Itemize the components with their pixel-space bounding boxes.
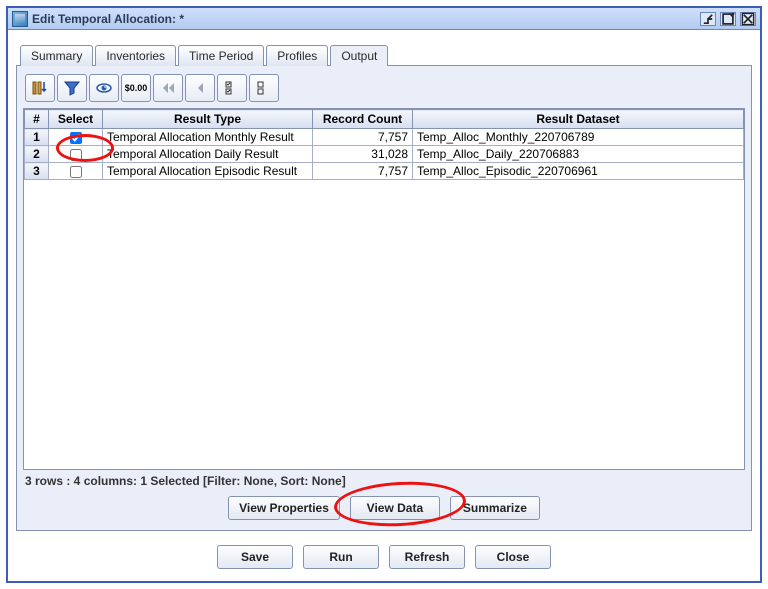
toolbar: $0.00 <box>23 72 745 108</box>
content-area: Summary Inventories Time Period Profiles… <box>8 30 760 581</box>
row-select-cell[interactable] <box>49 163 103 180</box>
sort-columns-button[interactable] <box>25 74 55 102</box>
results-table: # Select Result Type Record Count Result… <box>24 109 744 180</box>
cell-record-count: 7,757 <box>313 129 413 146</box>
row-select-cell[interactable] <box>49 129 103 146</box>
save-button[interactable]: Save <box>217 545 293 569</box>
status-line: 3 rows : 4 columns: 1 Selected [Filter: … <box>23 470 745 492</box>
view-properties-button[interactable]: View Properties <box>228 496 340 520</box>
format-button[interactable]: $0.00 <box>121 74 151 102</box>
output-panel: $0.00 <box>16 65 752 531</box>
tab-summary[interactable]: Summary <box>20 45 93 66</box>
row-select-checkbox[interactable] <box>70 166 82 178</box>
results-table-wrap[interactable]: # Select Result Type Record Count Result… <box>23 108 745 470</box>
close-icon <box>741 12 755 26</box>
col-select[interactable]: Select <box>49 110 103 129</box>
row-number: 1 <box>25 129 49 146</box>
tab-output[interactable]: Output <box>330 45 388 66</box>
minimize-icon <box>701 12 715 26</box>
close-button[interactable]: Close <box>475 545 551 569</box>
maximize-icon <box>721 12 735 26</box>
summarize-button[interactable]: Summarize <box>450 496 540 520</box>
prev-page-button[interactable] <box>185 74 215 102</box>
prev-icon <box>191 79 209 97</box>
close-window-button[interactable] <box>740 12 756 26</box>
sort-columns-icon <box>31 79 49 97</box>
col-rownum[interactable]: # <box>25 110 49 129</box>
row-select-cell[interactable] <box>49 146 103 163</box>
table-row[interactable]: 1 Temporal Allocation Monthly Result 7,7… <box>25 129 744 146</box>
minimize-button[interactable] <box>700 12 716 26</box>
col-result-type[interactable]: Result Type <box>103 110 313 129</box>
table-row[interactable]: 2 Temporal Allocation Daily Result 31,02… <box>25 146 744 163</box>
dialog-button-row: Save Run Refresh Close <box>16 531 752 573</box>
eye-icon <box>95 79 113 97</box>
dialog-window: Edit Temporal Allocation: * Summary Inve… <box>6 6 762 583</box>
filter-button[interactable] <box>57 74 87 102</box>
run-button[interactable]: Run <box>303 545 379 569</box>
select-all-icon <box>223 79 241 97</box>
cell-result-dataset: Temp_Alloc_Daily_220706883 <box>413 146 744 163</box>
cell-record-count: 31,028 <box>313 146 413 163</box>
first-icon <box>159 79 177 97</box>
clear-selection-button[interactable] <box>249 74 279 102</box>
titlebar: Edit Temporal Allocation: * <box>8 8 760 30</box>
maximize-button[interactable] <box>720 12 736 26</box>
cell-result-dataset: Temp_Alloc_Episodic_220706961 <box>413 163 744 180</box>
view-data-button[interactable]: View Data <box>350 496 440 520</box>
showhide-button[interactable] <box>89 74 119 102</box>
col-record-count[interactable]: Record Count <box>313 110 413 129</box>
row-select-checkbox[interactable] <box>70 132 82 144</box>
cell-result-type: Temporal Allocation Monthly Result <box>103 129 313 146</box>
tab-time-period[interactable]: Time Period <box>178 45 264 66</box>
first-page-button[interactable] <box>153 74 183 102</box>
col-result-dataset[interactable]: Result Dataset <box>413 110 744 129</box>
row-number: 2 <box>25 146 49 163</box>
cell-result-type: Temporal Allocation Daily Result <box>103 146 313 163</box>
row-select-checkbox[interactable] <box>70 149 82 161</box>
tab-inventories[interactable]: Inventories <box>95 45 176 66</box>
cell-result-dataset: Temp_Alloc_Monthly_220706789 <box>413 129 744 146</box>
output-button-row: View Properties View Data Summarize <box>23 492 745 524</box>
window-title: Edit Temporal Allocation: * <box>32 12 700 26</box>
refresh-button[interactable]: Refresh <box>389 545 465 569</box>
app-icon <box>12 11 28 27</box>
tab-profiles[interactable]: Profiles <box>266 45 328 66</box>
filter-icon <box>63 79 81 97</box>
select-all-button[interactable] <box>217 74 247 102</box>
row-number: 3 <box>25 163 49 180</box>
window-controls <box>700 12 756 26</box>
cell-record-count: 7,757 <box>313 163 413 180</box>
tab-row: Summary Inventories Time Period Profiles… <box>16 44 752 65</box>
table-row[interactable]: 3 Temporal Allocation Episodic Result 7,… <box>25 163 744 180</box>
format-icon: $0.00 <box>125 83 148 93</box>
cell-result-type: Temporal Allocation Episodic Result <box>103 163 313 180</box>
clear-selection-icon <box>255 79 273 97</box>
